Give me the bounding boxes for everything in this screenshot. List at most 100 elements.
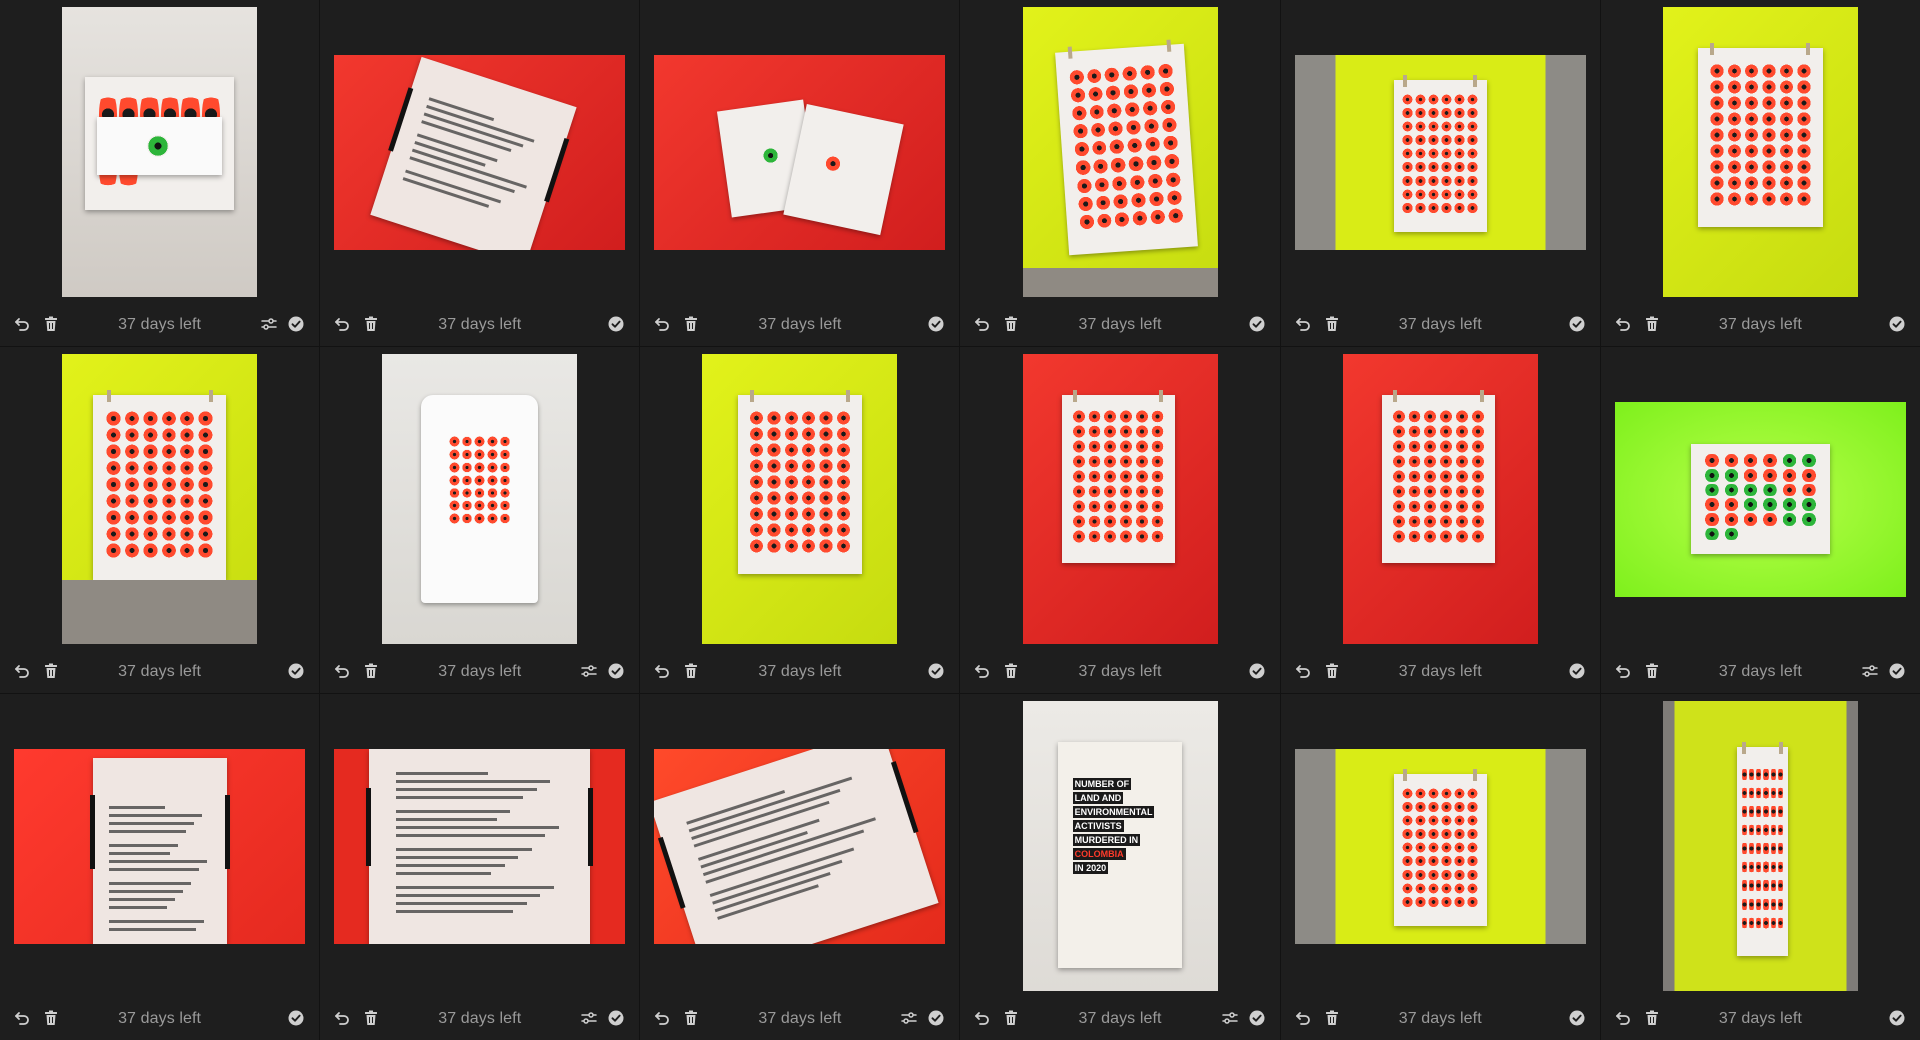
tile-toolbar: 37 days left xyxy=(960,658,1279,684)
days-left-label: 37 days left xyxy=(758,663,842,680)
sticker-dot xyxy=(1103,499,1118,513)
sticker-dot xyxy=(1156,62,1174,80)
sticker-dot xyxy=(1780,483,1799,497)
sticker-dot xyxy=(1455,424,1469,438)
photo-thumbnail[interactable] xyxy=(1614,401,1906,597)
sticker-dot xyxy=(1402,188,1414,201)
checkmark-circle-icon[interactable] xyxy=(1247,314,1267,334)
photo-tile[interactable]: 37 days left xyxy=(1280,0,1600,346)
checkmark-circle-icon[interactable] xyxy=(926,314,946,334)
photo-tile[interactable]: 37 days left xyxy=(1600,0,1920,346)
checkmark-circle-icon[interactable] xyxy=(1887,314,1907,334)
adjustments-icon[interactable] xyxy=(579,1008,599,1028)
photo-thumbnail[interactable] xyxy=(334,748,626,944)
photo-thumbnail[interactable] xyxy=(382,354,578,644)
checkmark-circle-icon[interactable] xyxy=(1887,661,1907,681)
checkmark-circle-icon[interactable] xyxy=(926,1008,946,1028)
card-text xyxy=(686,764,896,925)
sticker-dot xyxy=(1709,191,1725,206)
sticker-dot xyxy=(1150,469,1165,483)
sticker-dot xyxy=(1761,143,1777,158)
sticker-dot xyxy=(800,506,817,521)
photo-tile[interactable]: 37 days left xyxy=(0,694,320,1040)
photo-thumbnail[interactable] xyxy=(702,354,898,644)
sticker-dot xyxy=(1402,161,1414,173)
sticker-dot xyxy=(1796,175,1812,190)
checkmark-circle-icon[interactable] xyxy=(286,661,306,681)
sticker-dot xyxy=(1441,828,1453,840)
checkmark-circle-icon[interactable] xyxy=(1887,1008,1907,1028)
checkmark-circle-icon[interactable] xyxy=(1567,314,1587,334)
sticker-dot xyxy=(835,426,852,441)
photo-thumbnail[interactable] xyxy=(1342,354,1538,644)
checkmark-circle-icon[interactable] xyxy=(1247,661,1267,681)
photo-tile[interactable]: 37 days left xyxy=(1600,347,1920,693)
photo-thumbnail[interactable] xyxy=(1294,54,1586,250)
tote-bag: NUMBER OF LAND AND ENVIRONMENTAL ACTIVISTS M… xyxy=(1057,741,1183,968)
sticker-dot xyxy=(1087,484,1102,498)
checkmark-circle-icon[interactable] xyxy=(926,661,946,681)
photo-tile[interactable]: 37 days left xyxy=(960,0,1280,346)
photo-tile[interactable]: 37 days left xyxy=(1280,694,1600,1040)
photo-tile[interactable]: 37 days left xyxy=(960,347,1280,693)
sticker-dot xyxy=(1391,409,1406,423)
adjustments-icon[interactable] xyxy=(1220,1008,1240,1028)
sticker-dot xyxy=(499,500,511,512)
photo-tile[interactable]: 37 days left xyxy=(0,347,320,693)
sticker-dot xyxy=(1726,159,1742,174)
sticker-dot xyxy=(1428,896,1440,908)
photo-thumbnail[interactable] xyxy=(654,54,946,250)
checkmark-circle-icon[interactable] xyxy=(606,1008,626,1028)
photo-thumbnail[interactable] xyxy=(62,7,258,297)
photo-tile[interactable]: 37 days left xyxy=(320,694,640,1040)
checkmark-circle-icon[interactable] xyxy=(286,1008,306,1028)
photo-thumbnail[interactable] xyxy=(1022,354,1218,644)
sticker-dot xyxy=(1778,175,1795,190)
checkmark-circle-icon[interactable] xyxy=(606,314,626,334)
sticker-dot xyxy=(1104,84,1122,102)
photo-tile[interactable]: 37 days left xyxy=(1280,347,1600,693)
checkmark-circle-icon[interactable] xyxy=(606,661,626,681)
photo-thumbnail[interactable] xyxy=(654,748,946,944)
card-tab xyxy=(544,138,570,203)
photo-tile[interactable]: 37 days left xyxy=(640,694,960,1040)
sticker-dot xyxy=(1163,152,1181,170)
photo-tile[interactable]: NUMBER OF LAND AND ENVIRONMENTAL ACTIVISTS M… xyxy=(960,694,1280,1040)
photo-tile[interactable]: 37 days left xyxy=(1600,694,1920,1040)
tote-text-line: COLOMBIA xyxy=(1072,847,1126,860)
checkmark-circle-icon[interactable] xyxy=(1247,1008,1267,1028)
sticker-grid xyxy=(105,411,214,558)
checkmark-circle-icon[interactable] xyxy=(1567,661,1587,681)
photo-tile[interactable]: 37 days left xyxy=(320,0,640,346)
photo-tile[interactable]: 37 days left xyxy=(320,347,640,693)
adjustments-icon[interactable] xyxy=(579,661,599,681)
sticker-dot xyxy=(1087,499,1102,513)
sticker-dot xyxy=(1128,172,1146,190)
sticker-dot xyxy=(487,500,498,512)
photo-thumbnail[interactable] xyxy=(1294,748,1586,944)
photo-thumbnail[interactable] xyxy=(1662,7,1858,297)
photo-tile[interactable]: 37 days left xyxy=(640,0,960,346)
photo-thumbnail[interactable] xyxy=(334,54,626,250)
checkmark-circle-icon[interactable] xyxy=(1567,1008,1587,1028)
photo-thumbnail[interactable]: NUMBER OF LAND AND ENVIRONMENTAL ACTIVISTS M… xyxy=(1022,701,1218,991)
sticker-dot xyxy=(1134,409,1149,423)
adjustments-icon[interactable] xyxy=(899,1008,919,1028)
sticker-dot xyxy=(474,474,486,486)
photo-tile[interactable]: 37 days left xyxy=(0,0,320,346)
photo-thumbnail[interactable] xyxy=(14,748,306,944)
sticker-dot xyxy=(1770,803,1776,820)
sticker-dot xyxy=(1796,127,1812,142)
checkmark-circle-icon[interactable] xyxy=(286,314,306,334)
sticker-dot xyxy=(1103,409,1118,423)
card-tab xyxy=(657,837,686,910)
sticker-dot xyxy=(1467,855,1479,867)
photo-thumbnail[interactable] xyxy=(1662,701,1858,991)
photo-thumbnail[interactable] xyxy=(1022,7,1218,297)
photo-tile[interactable]: 37 days left xyxy=(640,347,960,693)
sticker-dot xyxy=(1119,529,1133,543)
sticker-dot xyxy=(1703,513,1721,526)
photo-thumbnail[interactable] xyxy=(62,354,258,644)
adjustments-icon[interactable] xyxy=(1860,661,1880,681)
adjustments-icon[interactable] xyxy=(259,314,279,334)
